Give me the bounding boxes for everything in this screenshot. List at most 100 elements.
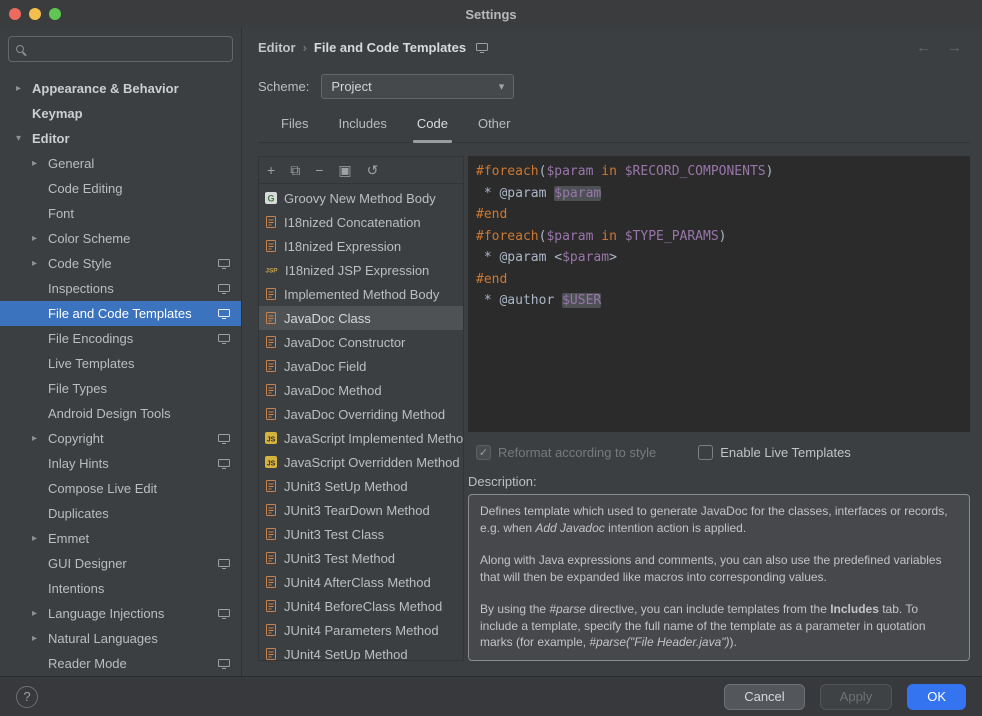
chevron-down-icon[interactable]: ▾ <box>16 133 32 144</box>
template-item-junit4-afterclass-method[interactable]: JUnit4 AfterClass Method <box>259 570 463 594</box>
sidebar-item-file-and-code-templates[interactable]: File and Code Templates <box>0 301 241 326</box>
zoom-button[interactable] <box>49 8 61 20</box>
template-item-label: JUnit3 SetUp Method <box>284 479 408 494</box>
template-item-i18nized-expression[interactable]: I18nized Expression <box>259 234 463 258</box>
sidebar-item-label: File Encodings <box>48 331 133 346</box>
template-item-junit4-parameters-method[interactable]: JUnit4 Parameters Method <box>259 618 463 642</box>
sidebar-item-font[interactable]: Font <box>0 201 241 226</box>
template-item-junit3-test-method[interactable]: JUnit3 Test Method <box>259 546 463 570</box>
template-item-javadoc-method[interactable]: JavaDoc Method <box>259 378 463 402</box>
template-item-javadoc-constructor[interactable]: JavaDoc Constructor <box>259 330 463 354</box>
template-item-junit4-setup-method[interactable]: JUnit4 SetUp Method <box>259 642 463 660</box>
sidebar-item-file-encodings[interactable]: File Encodings <box>0 326 241 351</box>
sidebar-item-editor[interactable]: ▾Editor <box>0 126 241 151</box>
chevron-right-icon[interactable]: ▸ <box>32 258 48 269</box>
scheme-row: Scheme: Project ▾ <box>258 66 970 106</box>
copy-icon[interactable]: ⧉ <box>290 163 300 177</box>
chevron-right-icon[interactable]: ▸ <box>32 433 48 444</box>
screen-icon <box>217 332 231 345</box>
sidebar-item-label: Font <box>48 206 74 221</box>
template-item-junit3-test-class[interactable]: JUnit3 Test Class <box>259 522 463 546</box>
chevron-right-icon[interactable]: ▸ <box>32 158 48 169</box>
sidebar-item-file-types[interactable]: File Types <box>0 376 241 401</box>
template-item-groovy-new-method-body[interactable]: GGroovy New Method Body <box>259 186 463 210</box>
chevron-right-icon[interactable]: ▸ <box>32 633 48 644</box>
help-button[interactable]: ? <box>16 686 38 708</box>
cancel-button[interactable]: Cancel <box>724 684 804 710</box>
sidebar-item-natural-languages[interactable]: ▸Natural Languages <box>0 626 241 651</box>
search-box[interactable] <box>8 36 233 62</box>
template-item-junit3-teardown-method[interactable]: JUnit3 TearDown Method <box>259 498 463 522</box>
sidebar-item-inspections[interactable]: Inspections <box>0 276 241 301</box>
sidebar-item-label: Live Templates <box>48 356 134 371</box>
remove-icon[interactable]: − <box>315 163 323 177</box>
sidebar-item-emmet[interactable]: ▸Emmet <box>0 526 241 551</box>
screen-icon <box>475 41 489 54</box>
reformat-option: ✓ Reformat according to style <box>476 445 656 460</box>
template-item-junit3-setup-method[interactable]: JUnit3 SetUp Method <box>259 474 463 498</box>
tab-files[interactable]: Files <box>266 116 323 142</box>
file-template-icon <box>264 503 278 517</box>
duplicate-icon[interactable]: ▣ <box>338 163 351 177</box>
sidebar-item-appearance-behavior[interactable]: ▸Appearance & Behavior <box>0 76 241 101</box>
sidebar-item-label: GUI Designer <box>48 556 127 571</box>
template-item-implemented-method-body[interactable]: Implemented Method Body <box>259 282 463 306</box>
sidebar-item-keymap[interactable]: Keymap <box>0 101 241 126</box>
back-arrow-icon[interactable]: ← <box>916 39 931 56</box>
sidebar-item-label: Duplicates <box>48 506 109 521</box>
checkbox-reformat[interactable]: ✓ <box>476 445 491 460</box>
template-list-panel: + ⧉ − ▣ ↺ GGroovy New Method BodyI18nized Co… <box>258 156 464 661</box>
forward-arrow-icon[interactable]: → <box>947 39 962 56</box>
code-line: #foreach($param in $RECORD_COMPONENTS) <box>476 161 962 183</box>
template-item-javadoc-class[interactable]: JavaDoc Class <box>259 306 463 330</box>
close-button[interactable] <box>9 8 21 20</box>
checkbox-live-templates[interactable] <box>698 445 713 460</box>
template-item-junit4-beforeclass-method[interactable]: JUnit4 BeforeClass Method <box>259 594 463 618</box>
traffic-lights <box>9 8 61 20</box>
reset-icon[interactable]: ↺ <box>367 163 379 177</box>
sidebar-item-code-editing[interactable]: Code Editing <box>0 176 241 201</box>
tab-other[interactable]: Other <box>463 116 526 142</box>
template-item-javadoc-field[interactable]: JavaDoc Field <box>259 354 463 378</box>
chevron-right-icon[interactable]: ▸ <box>32 233 48 244</box>
sidebar-item-gui-designer[interactable]: GUI Designer <box>0 551 241 576</box>
chevron-right-icon[interactable]: ▸ <box>16 83 32 94</box>
sidebar-item-android-design-tools[interactable]: Android Design Tools <box>0 401 241 426</box>
templates-content: + ⧉ − ▣ ↺ GGroovy New Method BodyI18nized Co… <box>258 156 970 661</box>
sidebar-item-copyright[interactable]: ▸Copyright <box>0 426 241 451</box>
sidebar-item-duplicates[interactable]: Duplicates <box>0 501 241 526</box>
tab-code[interactable]: Code <box>402 116 463 142</box>
chevron-right-icon[interactable]: ▸ <box>32 608 48 619</box>
javascript-icon: JS <box>264 455 278 469</box>
apply-button[interactable]: Apply <box>820 684 893 710</box>
search-input[interactable] <box>31 42 225 57</box>
ok-button[interactable]: OK <box>907 684 966 710</box>
sidebar-item-color-scheme[interactable]: ▸Color Scheme <box>0 226 241 251</box>
template-item-javadoc-overriding-method[interactable]: JavaDoc Overriding Method <box>259 402 463 426</box>
template-editor[interactable]: #foreach($param in $RECORD_COMPONENTS) *… <box>468 156 970 432</box>
template-item-i18nized-concatenation[interactable]: I18nized Concatenation <box>259 210 463 234</box>
screen-icon <box>217 457 231 470</box>
sidebar-item-inlay-hints[interactable]: Inlay Hints <box>0 451 241 476</box>
live-templates-option: Enable Live Templates <box>698 445 851 460</box>
chevron-right-icon[interactable]: ▸ <box>32 533 48 544</box>
sidebar-item-general[interactable]: ▸General <box>0 151 241 176</box>
file-template-icon <box>264 407 278 421</box>
file-template-icon <box>264 479 278 493</box>
add-icon[interactable]: + <box>267 163 275 177</box>
sidebar-item-live-templates[interactable]: Live Templates <box>0 351 241 376</box>
screen-icon <box>217 557 231 570</box>
tab-includes[interactable]: Includes <box>323 116 401 142</box>
scheme-dropdown[interactable]: Project ▾ <box>321 74 514 99</box>
template-item-label: JUnit4 BeforeClass Method <box>284 599 442 614</box>
sidebar-item-language-injections[interactable]: ▸Language Injections <box>0 601 241 626</box>
template-item-javascript-implemented-method[interactable]: JSJavaScript Implemented Method <box>259 426 463 450</box>
sidebar-item-intentions[interactable]: Intentions <box>0 576 241 601</box>
template-item-javascript-overridden-method[interactable]: JSJavaScript Overridden Method <box>259 450 463 474</box>
sidebar-item-compose-live-edit[interactable]: Compose Live Edit <box>0 476 241 501</box>
minimize-button[interactable] <box>29 8 41 20</box>
sidebar-item-code-style[interactable]: ▸Code Style <box>0 251 241 276</box>
breadcrumb-editor[interactable]: Editor <box>258 40 296 55</box>
sidebar-item-reader-mode[interactable]: Reader Mode <box>0 651 241 676</box>
template-item-i18nized-jsp-expression[interactable]: JSPI18nized JSP Expression <box>259 258 463 282</box>
